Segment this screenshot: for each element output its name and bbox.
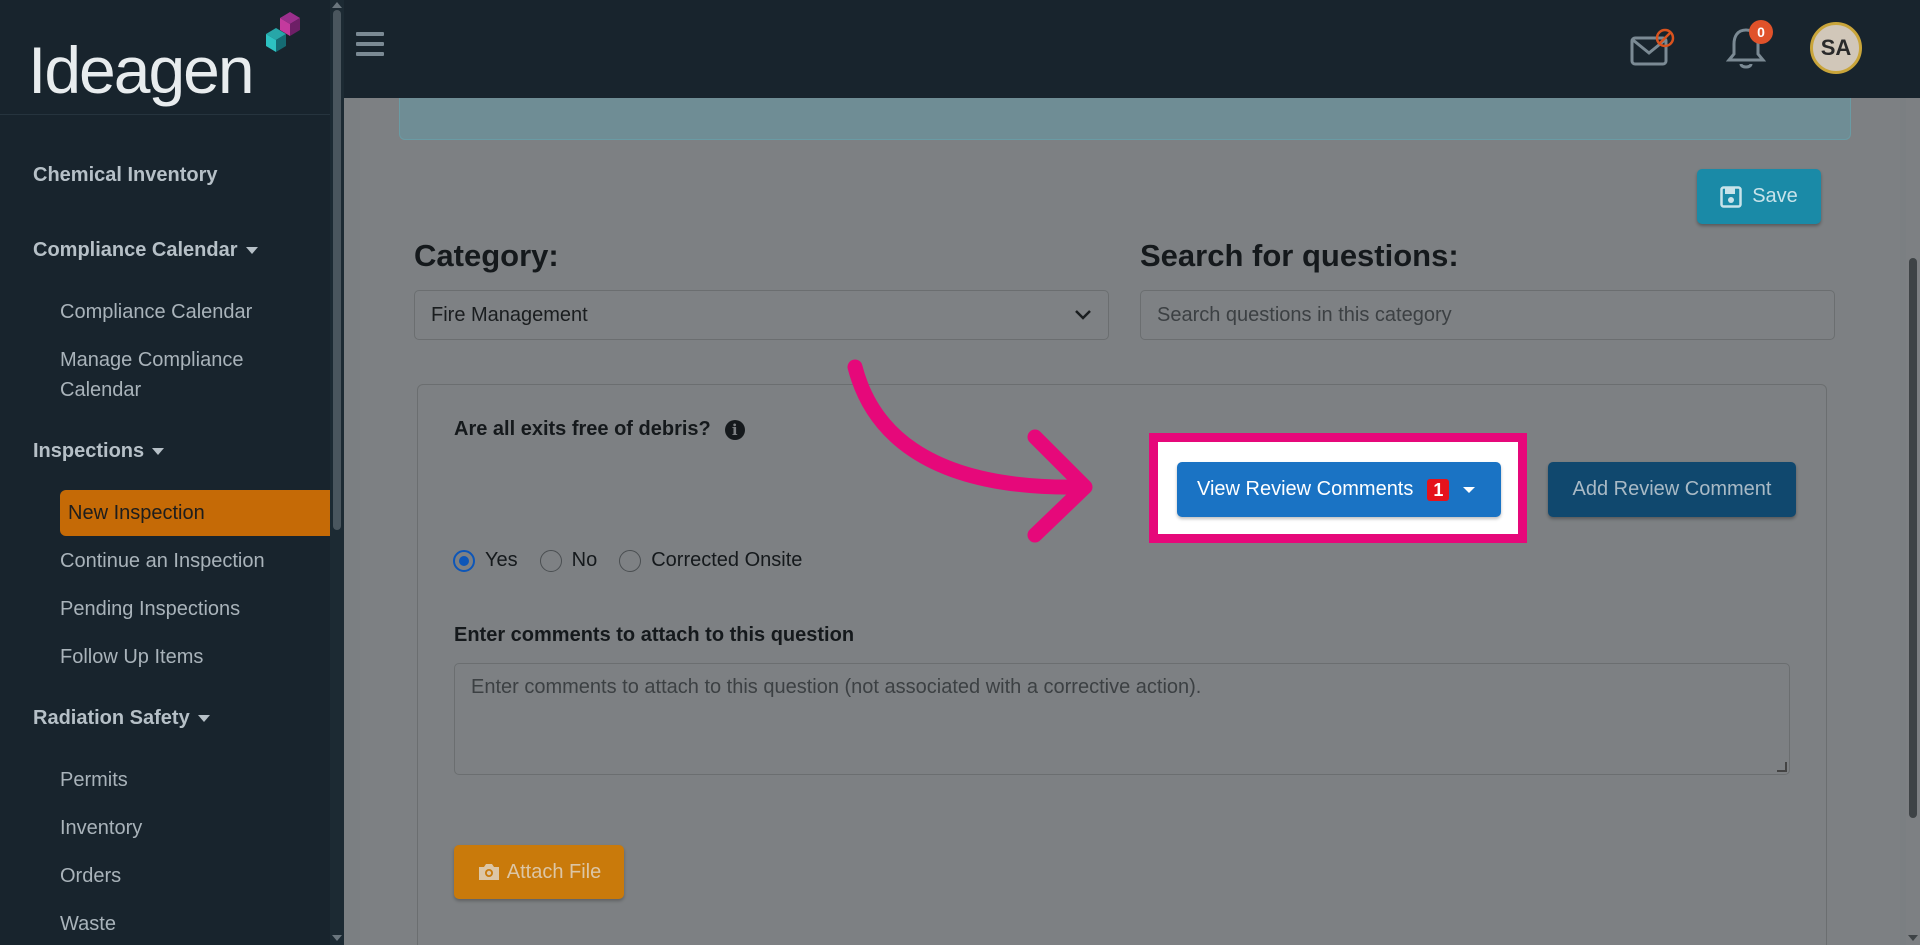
radio-label: Yes: [485, 549, 518, 571]
resize-grip-icon[interactable]: [1777, 762, 1787, 772]
caret-down-icon: [152, 448, 165, 455]
page-scroll-thumb[interactable]: [1909, 258, 1917, 818]
camera-icon: [478, 864, 499, 880]
mail-disabled-icon[interactable]: [1630, 28, 1678, 68]
radio-button-yes[interactable]: [453, 549, 475, 572]
sidebar-item-orders[interactable]: Orders: [60, 861, 320, 891]
answer-radio-group: Yes No Corrected Onsite: [453, 549, 824, 572]
category-label: Category:: [414, 238, 559, 273]
question-search-input[interactable]: Search questions in this category: [1140, 290, 1835, 340]
radio-label: No: [571, 549, 598, 571]
page-scrollbar[interactable]: [1906, 98, 1920, 945]
category-selected-value: Fire Management: [431, 303, 588, 326]
scroll-down-arrow-icon[interactable]: [332, 935, 342, 941]
chevron-down-icon: [1075, 310, 1091, 320]
radio-option-no[interactable]: No: [539, 549, 598, 572]
comments-placeholder: Enter comments to attach to this questio…: [471, 676, 1202, 698]
search-label: Search for questions:: [1140, 238, 1459, 273]
caret-down-icon: [245, 247, 258, 254]
sidebar-section-radiation-safety[interactable]: Radiation Safety: [33, 707, 210, 730]
sidebar-item-inventory[interactable]: Inventory: [60, 813, 320, 843]
radio-button-no[interactable]: [539, 549, 562, 572]
top-bar: 0 SA: [344, 0, 1920, 98]
section-label: Chemical Inventory: [33, 164, 218, 186]
sidebar-item-pending-inspections[interactable]: Pending Inspections: [60, 594, 320, 624]
question-label: Are all exits free of debris?: [454, 418, 711, 440]
caret-down-icon: [1463, 486, 1476, 493]
logo-cube-icon: [266, 12, 300, 52]
question-text: Are all exits free of debris? i: [454, 418, 745, 441]
sidebar-section-compliance-calendar[interactable]: Compliance Calendar: [33, 239, 258, 262]
sidebar-item-manage-compliance-calendar[interactable]: Manage Compliance Calendar: [60, 345, 320, 405]
category-select[interactable]: Fire Management: [414, 290, 1109, 340]
user-avatar[interactable]: SA: [1810, 22, 1862, 74]
radio-label: Corrected Onsite: [651, 549, 803, 571]
sidebar-section-inspections[interactable]: Inspections: [33, 440, 165, 463]
sidebar-item-continue-inspection[interactable]: Continue an Inspection: [60, 546, 320, 576]
scroll-down-arrow-icon[interactable]: [1908, 935, 1918, 941]
sidebar: Ideagen Chemical Inventory Compliance Ca…: [0, 0, 330, 945]
sidebar-scrollbar[interactable]: [330, 0, 344, 945]
review-comments-count-badge: 1: [1427, 478, 1450, 501]
sidebar-scroll-thumb[interactable]: [333, 10, 341, 530]
comments-textarea[interactable]: Enter comments to attach to this questio…: [454, 663, 1790, 775]
save-button[interactable]: Save: [1697, 169, 1821, 224]
section-label: Radiation Safety: [33, 707, 190, 729]
attach-file-label: Attach File: [506, 860, 602, 883]
sidebar-divider: [0, 114, 330, 115]
radio-button-corrected-onsite[interactable]: [619, 549, 642, 572]
sidebar-item-follow-up-items[interactable]: Follow Up Items: [60, 642, 320, 672]
section-label: Compliance Calendar: [33, 239, 238, 261]
caret-down-icon: [197, 715, 210, 722]
sidebar-item-permits[interactable]: Permits: [60, 765, 320, 795]
sidebar-item-waste[interactable]: Waste: [60, 909, 320, 939]
view-review-comments-button[interactable]: View Review Comments 1: [1177, 462, 1501, 517]
attach-file-button[interactable]: Attach File: [454, 845, 624, 899]
section-label: Inspections: [33, 440, 145, 462]
ideagen-logo[interactable]: Ideagen: [28, 12, 308, 107]
comments-label: Enter comments to attach to this questio…: [454, 624, 855, 646]
sidebar-item-compliance-calendar[interactable]: Compliance Calendar: [60, 297, 320, 327]
add-review-comment-button[interactable]: Add Review Comment: [1548, 462, 1796, 517]
search-placeholder: Search questions in this category: [1157, 303, 1452, 326]
radio-option-corrected-onsite[interactable]: Corrected Onsite: [619, 549, 802, 572]
notification-count-badge: 0: [1749, 20, 1773, 44]
annotation-arrow-icon: [847, 359, 1093, 543]
info-icon[interactable]: i: [724, 419, 745, 440]
radio-option-yes[interactable]: Yes: [453, 549, 518, 572]
logo-text: Ideagen: [28, 33, 255, 107]
sidebar-item-new-inspection[interactable]: New Inspection: [60, 490, 330, 536]
view-review-comments-label: View Review Comments: [1197, 478, 1414, 500]
info-alert-strip: [399, 98, 1851, 140]
sidebar-section-chemical-inventory[interactable]: Chemical Inventory: [33, 164, 218, 187]
floppy-disk-icon: [1720, 185, 1742, 208]
hamburger-menu-icon[interactable]: [356, 32, 384, 56]
scroll-up-arrow-icon[interactable]: [332, 2, 342, 8]
save-button-label: Save: [1752, 185, 1798, 207]
